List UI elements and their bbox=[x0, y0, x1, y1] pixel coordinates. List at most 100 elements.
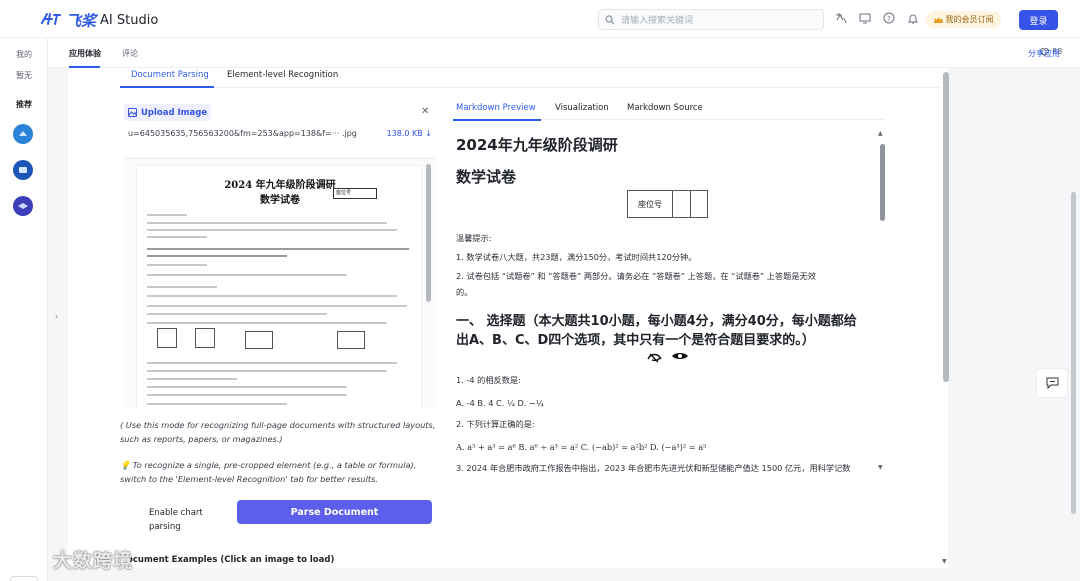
paper-figure bbox=[245, 331, 273, 349]
tab-visualization[interactable]: Visualization bbox=[555, 103, 609, 113]
page-scrollbar[interactable] bbox=[1071, 192, 1076, 514]
sidebar-app-3[interactable] bbox=[13, 196, 33, 216]
search-placeholder: 请输入搜索关键词 bbox=[621, 16, 694, 26]
mode-tabs-divider bbox=[120, 87, 940, 88]
paper-text-line bbox=[147, 370, 387, 372]
paper-subtitle: 数学试卷 bbox=[260, 195, 300, 206]
md-seat-label: 座位号 bbox=[628, 191, 673, 217]
exam-paper-image: 2024 年九年级阶段调研 数学试卷 座位号 bbox=[136, 165, 422, 408]
member-button-label: 我的会员订阅 bbox=[945, 15, 994, 24]
md-question-2-options: A. a³ + a³ = a⁶ B. a⁶ ÷ a³ = a² C. (−ab)… bbox=[456, 442, 707, 452]
doodle-eyes-icon bbox=[647, 353, 688, 363]
crown-icon bbox=[933, 16, 943, 23]
tab-element-recognition[interactable]: Element-level Recognition bbox=[227, 70, 338, 80]
share-app-link[interactable]: 分享应用 bbox=[1028, 48, 1060, 59]
monitor-icon[interactable] bbox=[858, 12, 871, 25]
paddle-logo-icon bbox=[41, 12, 61, 25]
paper-text-line bbox=[147, 313, 327, 315]
paper-text-line bbox=[147, 394, 347, 396]
paper-text-line bbox=[147, 222, 387, 224]
layers-icon bbox=[18, 203, 28, 209]
md-question-2: 2. 下列计算正确的是: bbox=[456, 419, 535, 429]
paper-text-line bbox=[147, 214, 187, 216]
image-icon bbox=[128, 108, 137, 117]
collapse-sidebar-icon[interactable]: › bbox=[55, 312, 58, 321]
paper-text-line bbox=[147, 362, 397, 364]
paper-text-line bbox=[147, 322, 387, 324]
main-scrollbar[interactable] bbox=[943, 68, 949, 562]
upload-button-label: Upload Image bbox=[141, 107, 208, 118]
chart-parsing-toggle[interactable]: Enable chart parsing bbox=[149, 506, 229, 534]
translate-icon[interactable] bbox=[834, 12, 847, 25]
paper-seat-label: 座位号 bbox=[336, 190, 352, 196]
md-scrollbar[interactable] bbox=[880, 144, 885, 221]
tab-document-parsing[interactable]: Document Parsing bbox=[131, 70, 209, 80]
paper-text-line bbox=[147, 264, 207, 266]
tab-markdown-source[interactable]: Markdown Source bbox=[627, 103, 703, 113]
main-panel: Document Parsing Element-level Recogniti… bbox=[68, 68, 948, 568]
logo[interactable]: 飞桨 AI Studio bbox=[40, 10, 158, 31]
mode-description: ( Use this mode for recognizing full-pag… bbox=[120, 420, 436, 444]
svg-text:?: ? bbox=[887, 15, 891, 23]
paper-text-line bbox=[147, 305, 407, 307]
sidebar-item-mine[interactable]: 我的 bbox=[0, 49, 48, 60]
top-header: 飞桨 AI Studio 请输入搜索关键词 ? 我的会员订阅 登录 bbox=[0, 0, 1080, 38]
md-tip-2: 2. 试卷包括 “试题卷” 和 “答题卷” 两部分。请务必在 “答题卷” 上答题… bbox=[456, 271, 816, 281]
uploaded-file-row: u=645035635,756563200&fm=253&app=138&f=·… bbox=[128, 129, 432, 138]
file-size-download[interactable]: 138.0 KB ↓ bbox=[387, 129, 432, 138]
upload-image-button[interactable]: Upload Image bbox=[124, 104, 212, 121]
result-tab-underline bbox=[453, 119, 541, 121]
md-scroll-down-icon[interactable]: ▼ bbox=[878, 464, 883, 471]
md-section-heading-2: 出A、B、C、D四个选项，其中只有一个是符合题目要求的。） bbox=[456, 333, 815, 348]
sidebar-app-2[interactable] bbox=[13, 160, 33, 180]
md-tip-1: 1. 数学试卷八大题，共23题，满分150分，考试时间共120分钟。 bbox=[456, 252, 697, 262]
help-icon[interactable]: ? bbox=[882, 12, 895, 25]
search-icon bbox=[605, 14, 615, 24]
result-tabs: Markdown Preview Visualization Markdown … bbox=[453, 100, 885, 121]
md-seat-cell bbox=[673, 191, 691, 217]
paper-figure bbox=[157, 328, 177, 348]
sidebar-item-empty: 暂无 bbox=[16, 71, 32, 80]
feedback-button[interactable] bbox=[1036, 368, 1068, 398]
paper-figure bbox=[337, 331, 365, 349]
close-icon[interactable]: ✕ bbox=[421, 106, 429, 117]
sidebar-app-1[interactable] bbox=[13, 124, 33, 144]
md-question-1-options: A. -4 B. 4 C. ¼ D. −¼ bbox=[456, 398, 544, 408]
watermark: 大数跨境 bbox=[25, 546, 133, 573]
watermark-text: 大数跨境 bbox=[53, 550, 134, 572]
paper-text-line bbox=[147, 229, 397, 231]
main-scroll-down-icon[interactable]: ▼ bbox=[942, 558, 947, 565]
sidebar-submit-button[interactable]: 提交 bbox=[10, 576, 38, 581]
bell-icon[interactable] bbox=[906, 12, 919, 25]
preview-scrollbar[interactable] bbox=[426, 164, 431, 302]
main-scroll-thumb[interactable] bbox=[943, 72, 949, 382]
parse-document-button[interactable]: Parse Document bbox=[237, 500, 432, 524]
left-sidebar: 我的 暂无 推荐 提交 bbox=[0, 38, 48, 581]
app-icon bbox=[19, 131, 27, 136]
md-scroll-up-icon[interactable]: ▲ bbox=[878, 130, 883, 137]
tab-comments[interactable]: 评论 bbox=[122, 48, 138, 59]
member-subscription-button[interactable]: 我的会员订阅 bbox=[926, 11, 1001, 28]
search-input[interactable]: 请输入搜索关键词 bbox=[598, 9, 824, 30]
tab-markdown-preview[interactable]: Markdown Preview bbox=[456, 103, 536, 113]
sidebar-item-recommend: 推荐 bbox=[16, 100, 32, 109]
paper-text-line bbox=[147, 386, 347, 388]
tab-app-experience[interactable]: 应用体验 bbox=[69, 48, 101, 59]
md-tips-label: 温馨提示: bbox=[456, 233, 492, 243]
paper-text-line bbox=[147, 248, 409, 250]
logo-brand: 飞桨 bbox=[66, 12, 97, 30]
md-subtitle: 数学试卷 bbox=[456, 168, 517, 186]
paper-text-line bbox=[147, 236, 207, 238]
login-button[interactable]: 登录 bbox=[1019, 10, 1058, 30]
md-section-heading-1: 一、 选择题（本大题共10小题，每小题4分，满分40分，每小题都给 bbox=[456, 314, 857, 329]
element-recognition-tip: 💡 To recognize a single, pre-cropped ele… bbox=[120, 460, 417, 484]
image-preview: 2024 年九年级阶段调研 数学试卷 座位号 bbox=[124, 158, 436, 408]
paper-text-line bbox=[147, 274, 347, 276]
paper-text-line bbox=[147, 255, 287, 257]
chat-feedback-icon bbox=[1046, 377, 1058, 389]
md-question-3: 3. 2024 年合肥市政府工作报告中指出，2023 年合肥市先进光伏和新型储能… bbox=[456, 463, 851, 473]
paper-text-line bbox=[147, 286, 217, 288]
file-name: u=645035635,756563200&fm=253&app=138&f=·… bbox=[128, 129, 357, 138]
md-title: 2024年九年级阶段调研 bbox=[456, 136, 618, 154]
paper-seat-box: 座位号 bbox=[333, 188, 377, 199]
